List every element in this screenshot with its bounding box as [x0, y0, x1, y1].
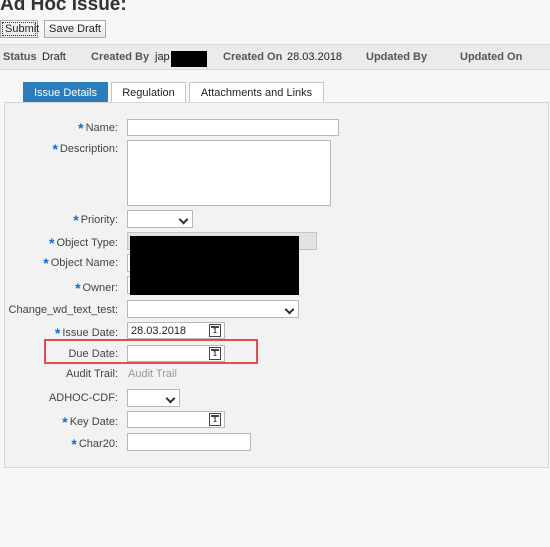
- required-marker: *: [52, 141, 58, 157]
- chevron-down-icon: [178, 214, 189, 225]
- required-marker: *: [75, 280, 81, 296]
- calendar-icon[interactable]: 1: [209, 324, 221, 337]
- calendar-icon[interactable]: 1: [209, 413, 221, 426]
- submit-button[interactable]: Submit: [0, 20, 39, 38]
- created-by-value: jap: [155, 51, 170, 63]
- status-value: Draft: [42, 51, 66, 63]
- created-on-label: Created On: [223, 51, 283, 63]
- save-draft-button[interactable]: Save Draft: [44, 20, 106, 38]
- priority-select[interactable]: [127, 210, 193, 228]
- audit-trail-link[interactable]: Audit Trail: [128, 368, 177, 380]
- key-date-label: * Key Date:: [62, 414, 118, 430]
- tab-attachments-and-links[interactable]: Attachments and Links: [189, 82, 324, 103]
- adhoc-cdf-label: ADHOC-CDF:: [48, 392, 118, 404]
- char20-input[interactable]: [127, 433, 251, 451]
- updated-by-label: Updated By: [366, 51, 428, 63]
- name-label: * Name:: [78, 120, 118, 136]
- chevron-down-icon: [165, 393, 176, 404]
- redaction-created-by: [171, 51, 207, 67]
- object-type-label: * Object Type:: [48, 235, 118, 251]
- priority-label: * Priority:: [73, 212, 118, 228]
- updated-on-label: Updated On: [460, 51, 523, 63]
- tab-regulation[interactable]: Regulation: [111, 82, 186, 103]
- required-marker: *: [43, 255, 49, 271]
- description-label: * Description:: [52, 141, 118, 157]
- required-marker: *: [62, 414, 68, 430]
- tab-issue-details[interactable]: Issue Details: [23, 82, 108, 103]
- status-label: Status: [3, 51, 37, 63]
- required-marker: *: [71, 436, 77, 452]
- due-date-highlight: [44, 339, 258, 364]
- name-input[interactable]: [127, 119, 339, 136]
- char20-label: * Char20:: [71, 436, 118, 452]
- adhoc-cdf-select[interactable]: [127, 389, 180, 407]
- required-marker: *: [78, 120, 84, 136]
- chevron-down-icon: [284, 304, 295, 315]
- description-textarea[interactable]: [127, 140, 331, 206]
- required-marker: *: [73, 212, 79, 228]
- object-name-label: * Object Name:: [43, 255, 118, 271]
- created-on-value: 28.03.2018: [287, 51, 343, 63]
- required-marker: *: [48, 235, 55, 251]
- change-wd-text-test-label: Change_wd_text_test:: [8, 304, 118, 316]
- redaction-object-details: [130, 236, 299, 295]
- owner-label: * Owner:: [75, 280, 118, 296]
- change-wd-text-test-select[interactable]: [127, 300, 299, 318]
- page-title: Ad Hoc Issue:: [0, 0, 127, 15]
- created-by-label: Created By: [91, 51, 150, 63]
- audit-trail-label: Audit Trail:: [66, 368, 118, 380]
